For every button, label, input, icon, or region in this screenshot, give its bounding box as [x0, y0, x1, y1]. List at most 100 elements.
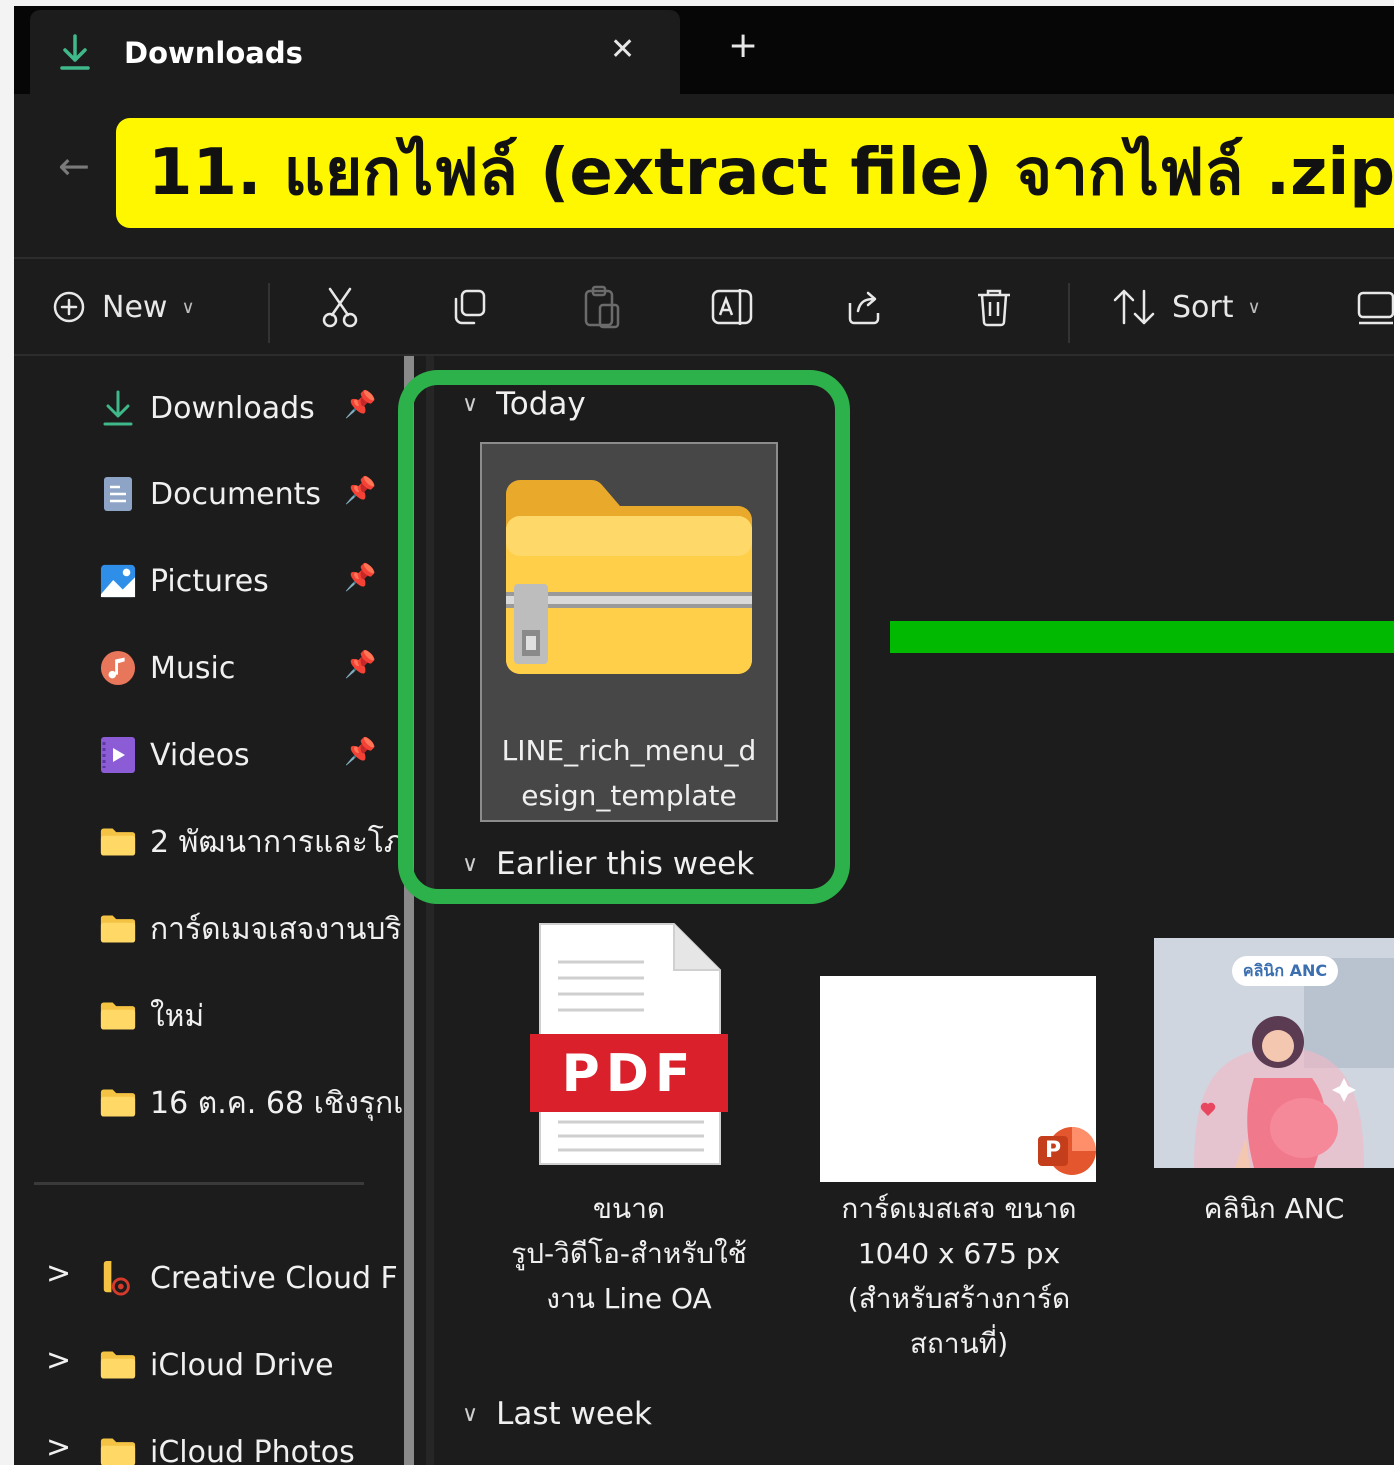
music-icon: [100, 650, 136, 686]
delete-button[interactable]: [974, 259, 1014, 355]
group-label: Last week: [496, 1396, 652, 1432]
arrow-annotation: [890, 621, 1394, 653]
sidebar-item-music[interactable]: Music: [100, 642, 235, 694]
new-button[interactable]: New ∨: [52, 259, 195, 355]
sidebar-item-label: iCloud Photos: [150, 1434, 355, 1465]
sidebar-item-label: Pictures: [150, 563, 269, 599]
sidebar-item-label: iCloud Drive: [150, 1347, 334, 1383]
tab-title: Downloads: [124, 36, 303, 70]
file-name-line: ขนาด: [592, 1192, 666, 1225]
sort-button-label: Sort: [1172, 289, 1234, 325]
paste-icon: [582, 285, 622, 329]
plus-circle-icon: [52, 290, 86, 324]
file-name-line: การ์ดเมสเสจ ขนาด: [841, 1192, 1077, 1225]
toolbar-divider: [268, 283, 270, 343]
expand-chevron-icon[interactable]: >: [46, 1430, 71, 1465]
image-file-thumbnail[interactable]: คลินิก ANC: [1154, 938, 1394, 1168]
sidebar-item-folder[interactable]: 16 ต.ค. 68 เชิงรุกเ: [100, 1077, 403, 1129]
pdf-badge: PDF: [561, 1044, 697, 1104]
share-button[interactable]: [844, 259, 884, 355]
pin-icon[interactable]: 📌: [344, 737, 376, 767]
sidebar-item-label: 2 พัฒนาการและโภ: [150, 824, 404, 860]
sidebar-item-folder[interactable]: 2 พัฒนาการและโภ: [100, 816, 404, 868]
download-icon: [100, 390, 136, 426]
file-name-ppt: การ์ดเมสเสจ ขนาด 1040 x 675 px (สำหรับสร…: [804, 1186, 1114, 1366]
download-icon: [58, 32, 92, 72]
sidebar-item-videos[interactable]: Videos: [100, 729, 250, 781]
expand-chevron-icon[interactable]: >: [46, 1256, 71, 1291]
rename-button[interactable]: [710, 259, 756, 355]
pin-icon[interactable]: 📌: [344, 650, 376, 680]
pin-icon[interactable]: 📌: [344, 390, 376, 420]
sidebar-item-documents[interactable]: Documents: [100, 468, 321, 520]
group-header-last-week[interactable]: ∨ Last week: [462, 1396, 652, 1432]
file-name-line: คลินิก ANC: [1203, 1192, 1345, 1225]
document-icon: [100, 476, 136, 512]
sidebar-item-icloud-drive[interactable]: iCloud Drive: [100, 1339, 334, 1391]
sidebar-item-label: Music: [150, 650, 236, 686]
tab-downloads[interactable]: Downloads ✕: [30, 10, 680, 94]
creative-cloud-icon: [100, 1260, 136, 1296]
sidebar-item-downloads[interactable]: Downloads: [100, 382, 315, 434]
sidebar-item-folder[interactable]: การ์ดเมจเสจงานบริ: [100, 903, 402, 955]
sidebar-item-label: Documents: [150, 476, 322, 512]
ppt-file-thumbnail[interactable]: P: [820, 976, 1096, 1182]
highlight-annotation-box: [398, 370, 850, 904]
file-name-line: รูป-วิดีโอ-สำหรับใช้: [511, 1237, 747, 1270]
view-button[interactable]: [1356, 259, 1394, 355]
sidebar-item-label: ใหม่: [150, 998, 205, 1034]
chevron-down-icon: ∨: [1247, 296, 1261, 318]
cut-button[interactable]: [320, 259, 360, 355]
sort-arrows-icon: [1112, 287, 1156, 327]
expand-chevron-icon[interactable]: >: [46, 1343, 71, 1378]
file-name-line: สถานที่): [909, 1327, 1009, 1360]
sidebar-item-folder[interactable]: ใหม่: [100, 990, 204, 1042]
copy-button[interactable]: [450, 259, 490, 355]
file-name-line: (สำหรับสร้างการ์ด: [847, 1282, 1071, 1315]
delete-icon: [974, 286, 1014, 328]
ppt-badge: P: [1044, 1138, 1062, 1163]
sidebar-item-label: Videos: [150, 737, 250, 773]
sidebar-item-label: Creative Cloud F: [150, 1260, 398, 1296]
videos-icon: [100, 737, 136, 773]
command-bar: New ∨ Sort ∨: [14, 259, 1394, 355]
view-icon: [1356, 287, 1394, 327]
tutorial-banner: 11. แยกไฟล์ (extract file) จากไฟล์ .zip: [116, 118, 1394, 228]
file-name-pdf: ขนาด รูป-วิดีโอ-สำหรับใช้ งาน Line OA: [480, 1186, 778, 1321]
new-tab-button[interactable]: +: [728, 28, 758, 64]
powerpoint-icon: P: [1034, 1120, 1096, 1182]
close-tab-icon[interactable]: ✕: [610, 32, 635, 67]
back-button[interactable]: ←: [58, 144, 90, 188]
copy-icon: [450, 287, 490, 327]
navigation-pane: Downloads 📌 Documents 📌 Pictures 📌 Music…: [14, 356, 404, 1465]
folder-icon: [100, 998, 136, 1034]
file-name-line: 1040 x 675 px: [857, 1237, 1061, 1270]
sidebar-item-icloud-photos[interactable]: iCloud Photos: [100, 1426, 355, 1465]
folder-icon: [100, 1085, 136, 1121]
chevron-down-icon: ∨: [462, 1401, 479, 1427]
paste-button[interactable]: [582, 259, 622, 355]
sidebar-item-creative-cloud[interactable]: Creative Cloud F: [100, 1252, 398, 1304]
file-name-image: คลินิก ANC: [1154, 1186, 1394, 1231]
sidebar-item-label: 16 ต.ค. 68 เชิงรุกเ: [150, 1085, 404, 1121]
sidebar-separator: [34, 1182, 364, 1185]
toolbar-divider: [1068, 283, 1070, 343]
image-tag: คลินิก ANC: [1232, 956, 1338, 986]
file-name-line: งาน Line OA: [546, 1282, 712, 1315]
pin-icon[interactable]: 📌: [344, 563, 376, 593]
pin-icon[interactable]: 📌: [344, 476, 376, 506]
file-explorer-window: Downloads ✕ + ← New ∨ Sort ∨ Downloads 📌…: [14, 6, 1394, 1465]
rename-icon: [710, 287, 756, 327]
sidebar-item-label: การ์ดเมจเสจงานบริ: [150, 911, 402, 947]
new-button-label: New: [102, 289, 168, 325]
folder-icon: [100, 1434, 136, 1465]
share-icon: [844, 287, 884, 327]
sort-button[interactable]: Sort ∨: [1112, 259, 1261, 355]
pdf-file-icon[interactable]: PDF: [524, 922, 738, 1172]
folder-icon: [100, 824, 136, 860]
folder-icon: [100, 1347, 136, 1383]
title-bar: Downloads ✕ +: [14, 6, 1394, 94]
chevron-down-icon: ∨: [181, 296, 195, 318]
sidebar-item-pictures[interactable]: Pictures: [100, 555, 269, 607]
sidebar-item-label: Downloads: [150, 390, 315, 426]
